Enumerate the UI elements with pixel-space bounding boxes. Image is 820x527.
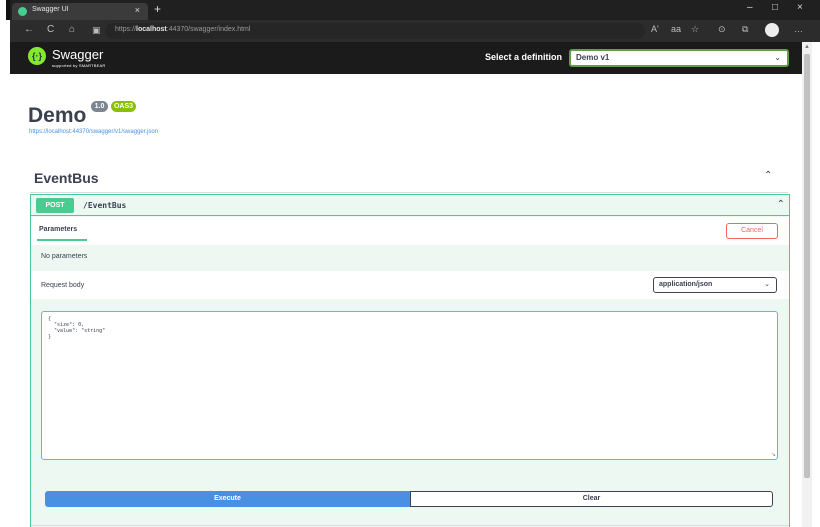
read-aloud-icon[interactable]: Aʹ [651, 24, 659, 34]
content-type-select[interactable]: application/json ⌄ [653, 277, 777, 293]
method-badge: POST [36, 198, 74, 213]
spec-link[interactable]: https://localhost:44370/swagger/v1/swagg… [29, 129, 158, 135]
url-text: https://localhost:44370/swagger/index.ht… [115, 26, 251, 33]
swagger-favicon-icon [18, 7, 27, 16]
api-title: Demo [28, 104, 87, 127]
swagger-logo-icon[interactable]: {·} [28, 47, 46, 65]
page-scrollbar[interactable]: ▲ [802, 42, 812, 527]
tab-title: Swagger UI [32, 6, 69, 13]
oas-badge: OAS3 [111, 101, 136, 112]
content-type-value: application/json [659, 281, 713, 288]
tab-parameters[interactable]: Parameters [39, 226, 77, 233]
operation-path: /EventBus [83, 201, 127, 210]
divider [30, 192, 788, 193]
version-badge: 1.0 [91, 101, 108, 112]
collections-icon[interactable]: ⧉ [742, 24, 748, 35]
tab-underline [37, 239, 87, 241]
swagger-logo-subtext: supported by SMARTBEAR [52, 63, 106, 68]
url-field[interactable]: ▣ https://localhost:44370/swagger/index.… [92, 23, 645, 39]
extensions-icon[interactable]: ⊙ [718, 24, 726, 35]
divider [31, 525, 789, 526]
chevron-down-icon: ⌄ [764, 281, 770, 288]
tag-title[interactable]: EventBus [34, 170, 99, 186]
request-body-header: Request body application/json ⌄ [31, 271, 789, 299]
back-icon[interactable]: ← [24, 24, 34, 35]
chevron-down-icon: ⌄ [774, 53, 781, 62]
definition-label: Select a definition [485, 52, 563, 62]
more-icon[interactable]: … [794, 24, 803, 34]
swagger-logo-text[interactable]: Swagger [52, 47, 103, 62]
tab-bar: Swagger UI × + – □ × [10, 0, 820, 20]
swagger-topbar: {·} Swagger supported by SMARTBEAR Selec… [10, 42, 802, 74]
restore-icon[interactable]: □ [772, 2, 778, 13]
parameters-header: Parameters Cancel [31, 217, 789, 245]
chevron-up-icon[interactable]: ⌃ [777, 199, 785, 210]
lock-icon: ▣ [92, 25, 101, 35]
left-edge [0, 0, 10, 527]
operation-summary[interactable]: POST /EventBus ⌃ [31, 195, 789, 216]
minimize-icon[interactable]: – [747, 2, 753, 13]
request-body-editor[interactable]: { "size": 0, "value": "string" } ↘ [41, 311, 778, 460]
window-close-icon[interactable]: × [797, 2, 803, 13]
favorite-icon[interactable]: ☆ [691, 24, 699, 35]
request-body-label: Request body [41, 282, 85, 289]
clear-button[interactable]: Clear [410, 491, 773, 507]
request-body-text[interactable]: { "size": 0, "value": "string" } [48, 316, 105, 340]
browser-tab[interactable]: Swagger UI × [12, 3, 148, 20]
operation-block: POST /EventBus ⌃ Parameters Cancel No pa… [30, 194, 790, 527]
execute-button[interactable]: Execute [45, 491, 410, 507]
resize-handle-icon[interactable]: ↘ [771, 451, 776, 458]
no-parameters-text: No parameters [41, 253, 88, 260]
scrollbar-thumb[interactable] [804, 54, 810, 478]
address-bar-row: ← C ⌂ ▣ https://localhost:44370/swagger/… [10, 20, 820, 42]
cancel-button[interactable]: Cancel [726, 223, 778, 239]
new-tab-icon[interactable]: + [154, 2, 161, 16]
close-tab-icon[interactable]: × [135, 5, 140, 15]
profile-avatar-icon[interactable] [765, 23, 779, 37]
chevron-up-icon[interactable]: ⌃ [764, 170, 772, 181]
home-icon[interactable]: ⌂ [69, 24, 75, 35]
browser-window: Swagger UI × + – □ × ← C ⌂ ▣ https://loc… [0, 0, 820, 527]
reload-icon[interactable]: C [47, 24, 54, 35]
definition-value: Demo v1 [576, 53, 610, 62]
definition-select[interactable]: Demo v1 ⌄ [569, 49, 789, 67]
translate-icon[interactable]: aa [671, 24, 681, 34]
scroll-up-icon[interactable]: ▲ [804, 44, 810, 50]
